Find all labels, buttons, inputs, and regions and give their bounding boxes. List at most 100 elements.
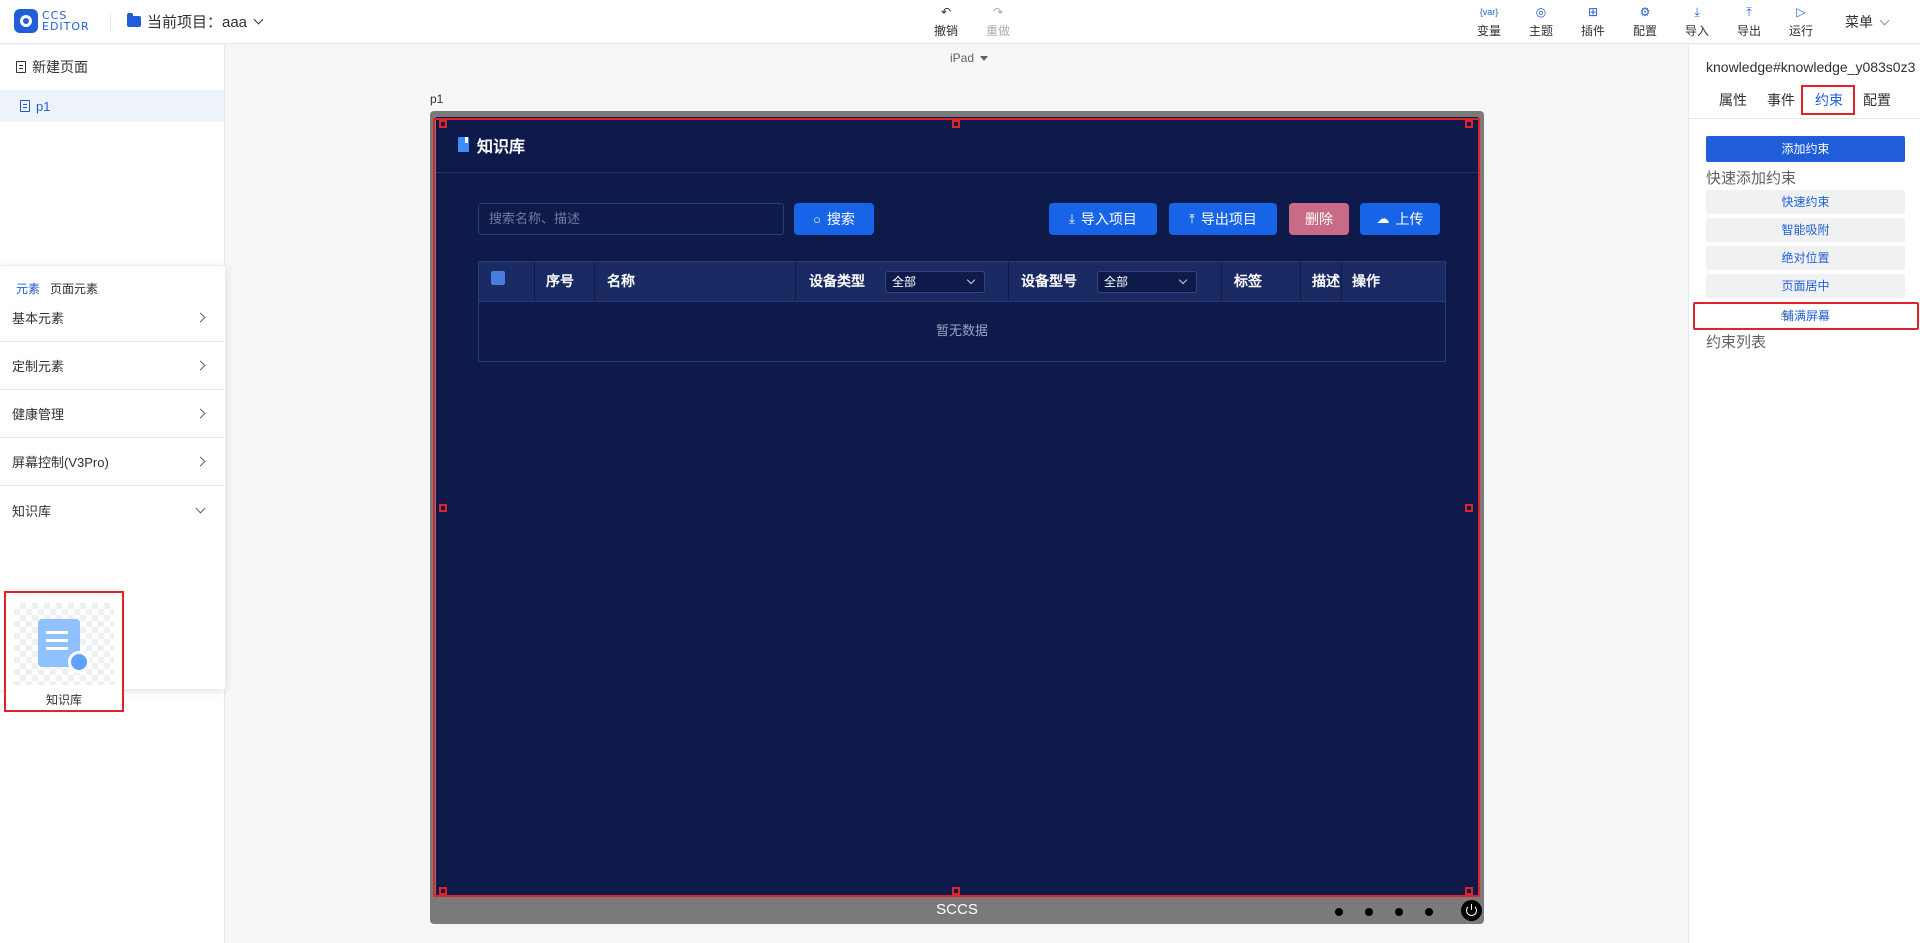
page-center-button[interactable]: 页面居中	[1706, 274, 1905, 298]
gear-icon	[68, 651, 90, 673]
resize-handle[interactable]	[1465, 887, 1473, 895]
resize-handle[interactable]	[1465, 504, 1473, 512]
chevron-down-icon	[195, 503, 206, 513]
import-button[interactable]: ⤓ 导入	[1682, 4, 1712, 40]
new-page-button[interactable]: 新建页面	[16, 57, 88, 77]
resize-handle[interactable]	[439, 504, 447, 512]
knowledge-component-card[interactable]: 知识库	[4, 591, 124, 712]
quick-constraint-button[interactable]: 快速约束	[1706, 190, 1905, 214]
category-basic[interactable]: 基本元素	[0, 294, 224, 342]
run-button[interactable]: ▷ 运行	[1786, 4, 1816, 40]
delete-label: 删除	[1305, 211, 1333, 227]
search-button[interactable]: ○ 搜索	[794, 203, 874, 235]
upload-icon: ⤒	[1189, 211, 1195, 226]
chevron-right-icon	[195, 312, 206, 323]
download-icon: ⤓	[1694, 5, 1700, 19]
absolute-position-button[interactable]: 绝对位置	[1706, 246, 1905, 270]
device-screen: 知识库 搜索名称、描述 ○ 搜索 ⤓ 导入项目 ⤒ 导出项目 删除 ☁ 上传 序…	[436, 117, 1478, 897]
gear-icon: ⚙	[1639, 5, 1651, 19]
search-input[interactable]: 搜索名称、描述	[478, 203, 784, 235]
chevron-right-icon	[195, 408, 206, 419]
add-constraint-button[interactable]: 添加约束	[1706, 136, 1905, 162]
undo-button[interactable]: ↶ 撤销	[931, 4, 961, 40]
undo-label: 撤销	[933, 24, 958, 38]
logo-icon	[14, 9, 38, 33]
config-button[interactable]: ⚙ 配置	[1630, 4, 1660, 40]
redo-icon: ↷	[992, 5, 1004, 19]
theme-label: 主题	[1528, 24, 1553, 38]
category-knowledge[interactable]: 知识库	[0, 486, 224, 534]
category-health[interactable]: 健康管理	[0, 390, 224, 438]
component-id: knowledge#knowledge_y083s0z3	[1706, 59, 1916, 75]
resize-handle[interactable]	[952, 887, 960, 895]
redo-button[interactable]: ↷ 重做	[983, 4, 1013, 40]
theme-button[interactable]: ◎ 主题	[1526, 4, 1556, 40]
column-tag: 标签	[1234, 273, 1262, 289]
category-label: 屏幕控制(V3Pro)	[12, 455, 109, 470]
divider	[110, 12, 111, 32]
export-button[interactable]: ⤒ 导出	[1734, 4, 1764, 40]
category-custom[interactable]: 定制元素	[0, 342, 224, 390]
upload-button[interactable]: ☁ 上传	[1360, 203, 1440, 235]
add-page-icon	[16, 61, 26, 73]
category-screen-control[interactable]: 屏幕控制(V3Pro)	[0, 438, 224, 486]
power-icon[interactable]	[1461, 900, 1482, 921]
project-selector[interactable]: 当前项目：aaa	[127, 11, 264, 32]
run-label: 运行	[1788, 24, 1813, 38]
category-label: 基本元素	[12, 311, 65, 326]
chevron-down-icon	[1879, 15, 1890, 25]
select-all-checkbox[interactable]	[491, 271, 505, 285]
device-name: SCCS	[936, 901, 978, 918]
device-footer: SCCS	[430, 897, 1484, 924]
export-project-label: 导出项目	[1200, 211, 1257, 227]
column-divider	[1341, 262, 1342, 301]
new-page-label: 新建页面	[32, 59, 88, 75]
page-item-p1[interactable]: p1	[0, 90, 224, 122]
folder-icon	[127, 13, 141, 27]
column-name: 名称	[607, 273, 635, 289]
menu-button[interactable]: 菜单	[1845, 12, 1890, 32]
dot-icon	[1335, 908, 1343, 916]
column-divider	[795, 262, 796, 301]
page-item-label: p1	[36, 98, 51, 114]
redo-label: 重做	[985, 24, 1010, 38]
resize-handle[interactable]	[439, 120, 447, 128]
upload-icon: ⤒	[1746, 5, 1752, 19]
cloud-upload-icon: ☁	[1376, 211, 1390, 226]
tab-properties[interactable]: 属性	[1719, 89, 1747, 119]
column-desc: 描述	[1312, 273, 1340, 289]
plugins-button[interactable]: ⊞ 插件	[1578, 4, 1608, 40]
undo-icon: ↶	[940, 5, 952, 19]
variables-label: 变量	[1476, 24, 1501, 38]
page-name-label: p1	[430, 92, 444, 106]
resize-handle[interactable]	[1465, 120, 1473, 128]
import-project-button[interactable]: ⤓ 导入项目	[1049, 203, 1157, 235]
tab-highlight	[1801, 85, 1855, 115]
column-action: 操作	[1352, 273, 1380, 289]
resize-handle[interactable]	[439, 887, 447, 895]
column-divider	[534, 262, 535, 301]
device-type-filter[interactable]: 全部	[885, 271, 985, 293]
chevron-down-icon	[1178, 275, 1188, 285]
book-icon	[458, 137, 469, 152]
table-header: 序号 名称 设备类型 全部 设备型号 全部 标签 描述 操作	[478, 261, 1446, 302]
tab-events[interactable]: 事件	[1767, 89, 1795, 119]
pointer-cursor-icon: ☝	[1780, 307, 1789, 323]
device-model-filter[interactable]: 全部	[1097, 271, 1197, 293]
device-select[interactable]: iPad	[950, 51, 989, 65]
import-project-label: 导入项目	[1080, 211, 1137, 227]
logo-text-bottom: EDITOR	[42, 20, 90, 33]
project-label: 当前项目：aaa	[147, 14, 248, 31]
column-device-type: 设备类型	[809, 273, 865, 289]
export-project-button[interactable]: ⤒ 导出项目	[1169, 203, 1277, 235]
variable-icon: {var}	[1479, 7, 1499, 17]
tab-config[interactable]: 配置	[1863, 89, 1891, 119]
smart-snap-button[interactable]: 智能吸附	[1706, 218, 1905, 242]
variables-button[interactable]: {var} 变量	[1474, 4, 1504, 40]
delete-button[interactable]: 删除	[1289, 203, 1349, 235]
fill-screen-button[interactable]: 铺满屏幕	[1693, 302, 1919, 330]
column-divider	[1221, 262, 1222, 301]
resize-handle[interactable]	[952, 120, 960, 128]
widget-title: 知识库	[477, 138, 526, 156]
export-label: 导出	[1736, 24, 1761, 38]
